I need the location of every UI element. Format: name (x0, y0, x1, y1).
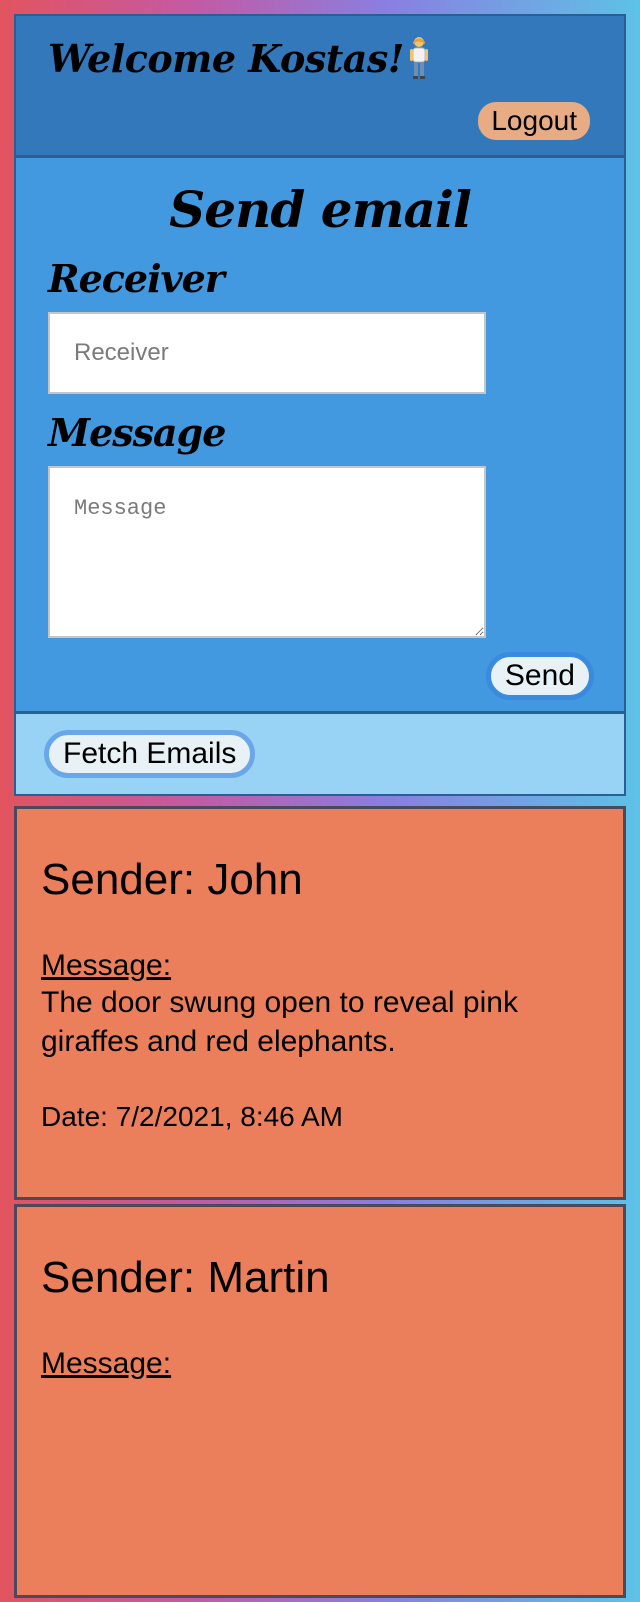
compose-email-panel: Send email Receiver Message Send (14, 158, 626, 714)
message-label: Message (48, 410, 226, 455)
fetch-bar: Fetch Emails (14, 714, 626, 796)
receiver-input[interactable] (48, 312, 486, 394)
compose-title: Send email (169, 180, 472, 239)
email-sender: Sender: Martin (41, 1253, 330, 1302)
header: Welcome Kostas! Logout (14, 14, 626, 158)
send-button[interactable]: Send (485, 652, 594, 700)
email-message-body: The door swung open to reveal pink giraf… (41, 986, 518, 1058)
fetch-emails-button[interactable]: Fetch Emails (44, 730, 256, 778)
person-standing-icon (408, 36, 430, 89)
email-date: Date: 7/2/2021, 8:46 AM (41, 1101, 343, 1132)
welcome-heading: Welcome Kostas! (48, 36, 430, 89)
message-textarea[interactable] (48, 466, 486, 638)
email-card: Sender: Martin Message: (14, 1204, 626, 1598)
app-frame: Welcome Kostas! Logout Send email Receiv… (14, 14, 626, 796)
email-list: Sender: John Message: The door swung ope… (14, 806, 626, 1602)
email-sender: Sender: John (41, 855, 303, 904)
email-card: Sender: John Message: The door swung ope… (14, 806, 626, 1200)
welcome-text: Welcome Kostas! (48, 36, 404, 81)
email-message-label: Message: (41, 949, 172, 982)
logout-button[interactable]: Logout (478, 102, 590, 140)
receiver-label: Receiver (48, 256, 225, 301)
email-message-label: Message: (41, 1347, 172, 1380)
